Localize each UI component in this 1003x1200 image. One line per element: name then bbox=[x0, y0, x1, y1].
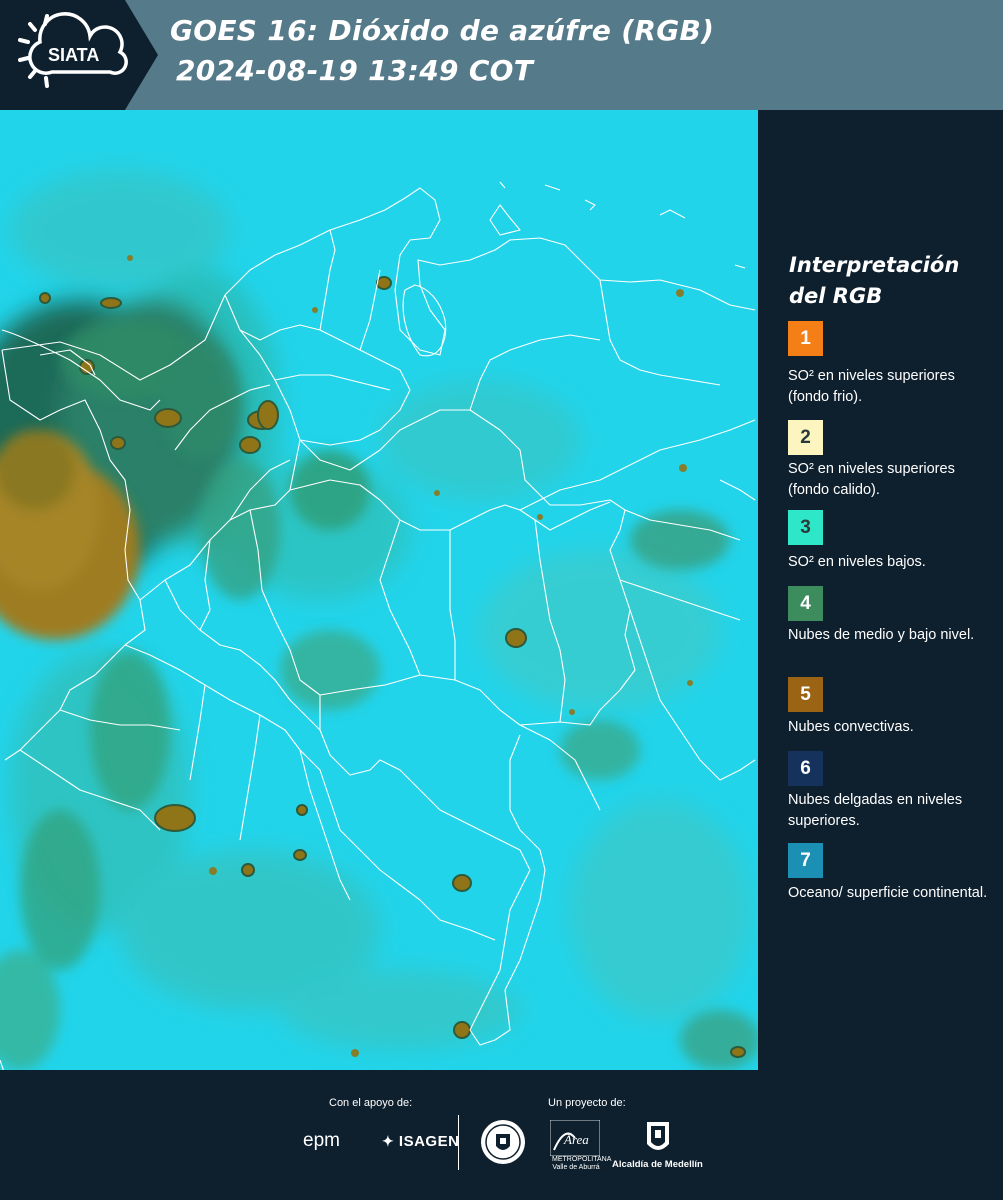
legend-swatch-4: 4 bbox=[788, 586, 823, 621]
legend-text-4: Nubes de medio y bajo nivel. bbox=[788, 627, 975, 643]
alcaldia-shield-icon bbox=[645, 1120, 671, 1160]
legend-text-6: Nubes delgadas en niveles superiores. bbox=[788, 792, 963, 829]
legend-text-5: Nubes convectivas. bbox=[788, 719, 914, 735]
legend-text-1: SO² en niveles superiores (fondo frio). bbox=[788, 368, 955, 405]
legend-swatch-3: 3 bbox=[788, 510, 823, 545]
siata-logo: SIATA bbox=[0, 0, 158, 110]
legend-swatch-1: 1 bbox=[788, 321, 823, 356]
legend-swatch-7: 7 bbox=[788, 843, 823, 878]
isagen-label: ISAGEN bbox=[398, 1133, 460, 1150]
legend-panel: Interpretación del RGB 1 SO² en niveles … bbox=[758, 110, 1003, 1070]
legend-title: Interpretación del RGB bbox=[789, 253, 960, 308]
legend-text-7: Oceano/ superficie continental. bbox=[788, 885, 988, 901]
legend-swatch-6: 6 bbox=[788, 751, 823, 786]
support-label: Con el apoyo de: bbox=[329, 1097, 413, 1109]
legend-swatch-2: 2 bbox=[788, 420, 823, 455]
area-logo-text: Área bbox=[564, 1132, 589, 1147]
legend-text-3: SO² en niveles bajos. bbox=[788, 554, 926, 570]
alcaldia-label: Alcaldía de Medellín bbox=[612, 1159, 703, 1170]
isagen-logo: ✦ ISAGEN bbox=[382, 1133, 459, 1150]
legend-text-2: SO² en niveles superiores (fondo calido)… bbox=[788, 461, 955, 498]
legend-swatch-5: 5 bbox=[788, 677, 823, 712]
timestamp: 2024-08-19 13:49 COT bbox=[176, 54, 534, 87]
logo-text: SIATA bbox=[48, 45, 100, 65]
area-metropolitana-logo: Área bbox=[549, 1119, 601, 1160]
footer-divider bbox=[458, 1115, 459, 1170]
page-title: GOES 16: Dióxido de azúfre (RGB) bbox=[170, 14, 715, 47]
area-sub-text: METROPOLITANA Valle de Aburrá bbox=[552, 1156, 612, 1171]
isagen-icon: ✦ bbox=[382, 1133, 395, 1149]
footer: Con el apoyo de: Un proyecto de: epm ✦ I… bbox=[0, 1070, 1003, 1200]
medellin-seal-icon bbox=[479, 1118, 527, 1170]
project-label: Un proyecto de: bbox=[548, 1097, 626, 1109]
header-bar: SIATA GOES 16: Dióxido de azúfre (RGB) 2… bbox=[0, 0, 1003, 110]
epm-logo: epm bbox=[303, 1130, 340, 1151]
satellite-map bbox=[0, 110, 758, 1070]
